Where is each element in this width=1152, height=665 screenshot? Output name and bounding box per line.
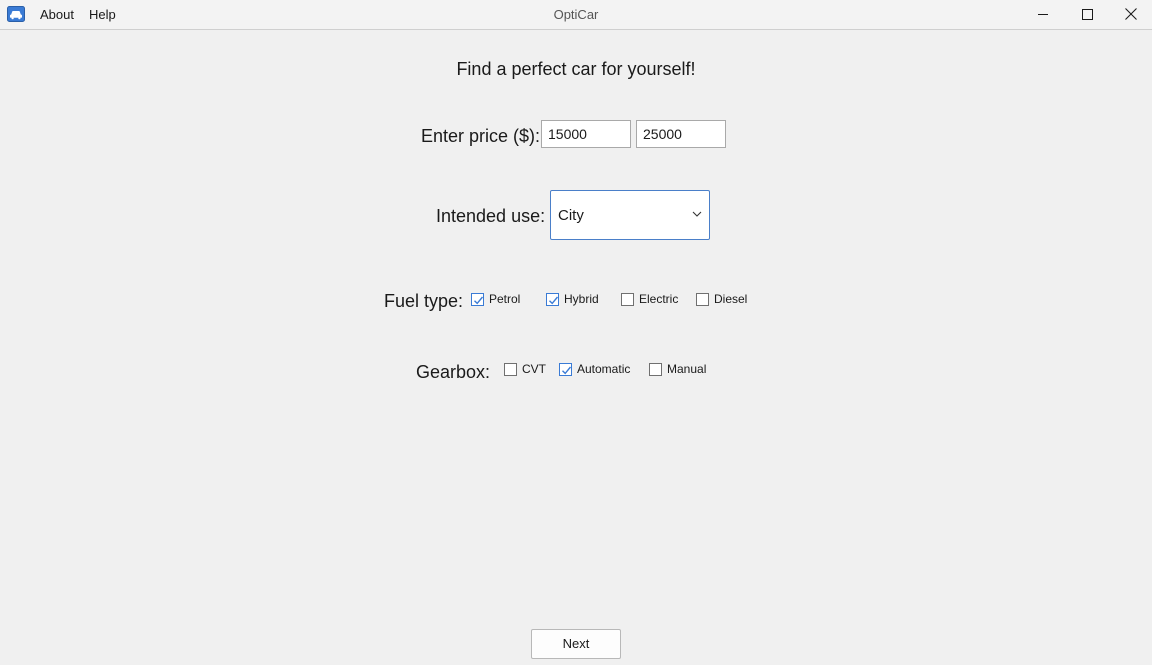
- price-label: Enter price ($):: [421, 126, 541, 146]
- maximize-icon: [1082, 9, 1093, 20]
- checkbox-box[interactable]: [471, 293, 484, 306]
- checkmark-icon: [549, 296, 559, 305]
- gearbox-label: Gearbox:: [416, 362, 491, 382]
- checkmark-icon: [562, 366, 572, 375]
- checkbox-box[interactable]: [621, 293, 634, 306]
- gearbox-manual-label: Manual: [667, 362, 707, 376]
- intended-use-label: Intended use:: [436, 206, 546, 226]
- next-button[interactable]: Next: [531, 629, 621, 659]
- fuel-electric-label: Electric: [639, 292, 679, 306]
- fuel-hybrid-label: Hybrid: [564, 292, 599, 306]
- checkbox-box[interactable]: [559, 363, 572, 376]
- gearbox-automatic-label: Automatic: [577, 362, 631, 376]
- checkbox-box[interactable]: [696, 293, 709, 306]
- chevron-down-icon: [692, 211, 702, 217]
- minimize-icon: [1038, 14, 1048, 15]
- close-button[interactable]: [1109, 0, 1152, 29]
- checkbox-box[interactable]: [649, 363, 662, 376]
- price-max-input[interactable]: 25000: [636, 120, 726, 148]
- fuel-type-label: Fuel type:: [384, 291, 464, 311]
- checkbox-box[interactable]: [504, 363, 517, 376]
- price-min-input[interactable]: 15000: [541, 120, 631, 148]
- intended-use-value: City: [558, 207, 584, 224]
- intended-use-dropdown[interactable]: City: [550, 190, 710, 240]
- page-title: Find a perfect car for yourself!: [456, 59, 696, 79]
- fuel-diesel-label: Diesel: [714, 292, 748, 306]
- checkbox-box[interactable]: [546, 293, 559, 306]
- gearbox-cvt-label: CVT: [522, 362, 546, 376]
- fuel-petrol-label: Petrol: [489, 292, 521, 306]
- menu-help[interactable]: Help: [89, 7, 116, 23]
- maximize-button[interactable]: [1065, 0, 1109, 29]
- car-icon[interactable]: [7, 6, 25, 22]
- minimize-button[interactable]: [1021, 0, 1065, 29]
- close-icon: [1125, 8, 1137, 20]
- window-title: OptiCar: [553, 7, 599, 22]
- title-bar: About Help OptiCar: [0, 0, 1152, 30]
- menu-about[interactable]: About: [40, 7, 74, 23]
- checkmark-icon: [474, 296, 484, 305]
